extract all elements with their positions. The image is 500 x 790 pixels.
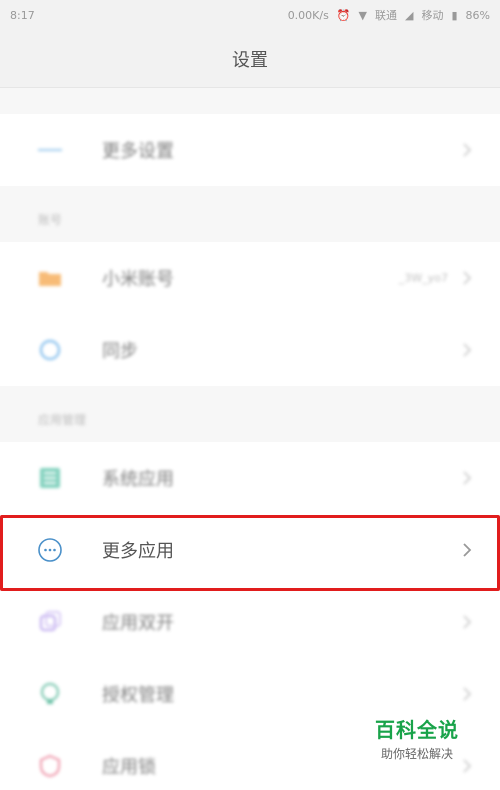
chevron-right-icon: [463, 271, 472, 285]
apps-grid-icon: [37, 465, 63, 491]
folder-icon: [37, 265, 63, 291]
watermark-slogan: 助你轻松解决: [380, 747, 453, 761]
section-header-account: 账号: [0, 186, 500, 242]
chevron-right-icon: [463, 543, 472, 557]
section-header-apps: 应用管理: [0, 386, 500, 442]
lock-icon: [37, 753, 63, 779]
row-label: 应用双开: [102, 613, 174, 634]
row-label: 小米账号: [102, 269, 174, 290]
chevron-right-icon: [463, 471, 472, 485]
signal-icon: ◢: [405, 8, 414, 22]
network-speed: 0.00K/s: [287, 8, 329, 22]
section-gap: [0, 88, 500, 114]
account-value: _3W_yo7: [398, 271, 448, 285]
status-bar: 8:17 0.00K/s ⏰ ▼ 联通 ◢ 移动 ▮ 86%: [0, 0, 500, 30]
page-header: 设置: [0, 30, 500, 88]
dual-apps-icon: [37, 609, 63, 635]
row-label: 更多应用: [102, 541, 174, 562]
row-more-apps[interactable]: 更多应用: [0, 514, 500, 586]
section-title: 账号: [38, 213, 63, 227]
row-label: 系统应用: [102, 469, 174, 490]
row-mi-account[interactable]: 小米账号 _3W_yo7: [0, 242, 500, 314]
row-more-settings[interactable]: 更多设置: [0, 114, 500, 186]
battery-level: 86%: [465, 8, 490, 22]
row-label: 同步: [102, 341, 138, 362]
watermark-brand: 百科全说: [375, 718, 459, 742]
row-dual-apps[interactable]: 应用双开: [0, 586, 500, 658]
settings-list: 更多设置 账号 小米账号 _3W_yo7 同步 应用管理 系统应用 更多应用 应…: [0, 88, 500, 790]
section-title: 应用管理: [38, 413, 87, 427]
battery-icon: ▮: [451, 8, 458, 22]
carrier-1: 联通: [375, 9, 398, 22]
status-right: 0.00K/s ⏰ ▼ 联通 ◢ 移动 ▮ 86%: [288, 7, 490, 23]
wifi-icon: ▼: [358, 8, 368, 22]
page-title: 设置: [232, 49, 268, 71]
carrier-2: 移动: [421, 9, 444, 22]
status-time: 8:17: [10, 8, 35, 22]
row-label: 应用锁: [102, 757, 156, 778]
row-label: 更多设置: [102, 141, 174, 162]
chevron-right-icon: [463, 615, 472, 629]
chevron-right-icon: [463, 687, 472, 701]
watermark: 百科全说 助你轻松解决: [362, 714, 472, 762]
shield-icon: [37, 681, 63, 707]
alarm-icon: ⏰: [336, 8, 351, 22]
row-sync[interactable]: 同步: [0, 314, 500, 386]
row-label: 授权管理: [102, 685, 174, 706]
more-dots-icon: [37, 537, 63, 563]
sync-icon: [37, 337, 63, 363]
dash-icon: [37, 137, 63, 163]
row-system-apps[interactable]: 系统应用: [0, 442, 500, 514]
chevron-right-icon: [463, 143, 472, 157]
chevron-right-icon: [463, 343, 472, 357]
